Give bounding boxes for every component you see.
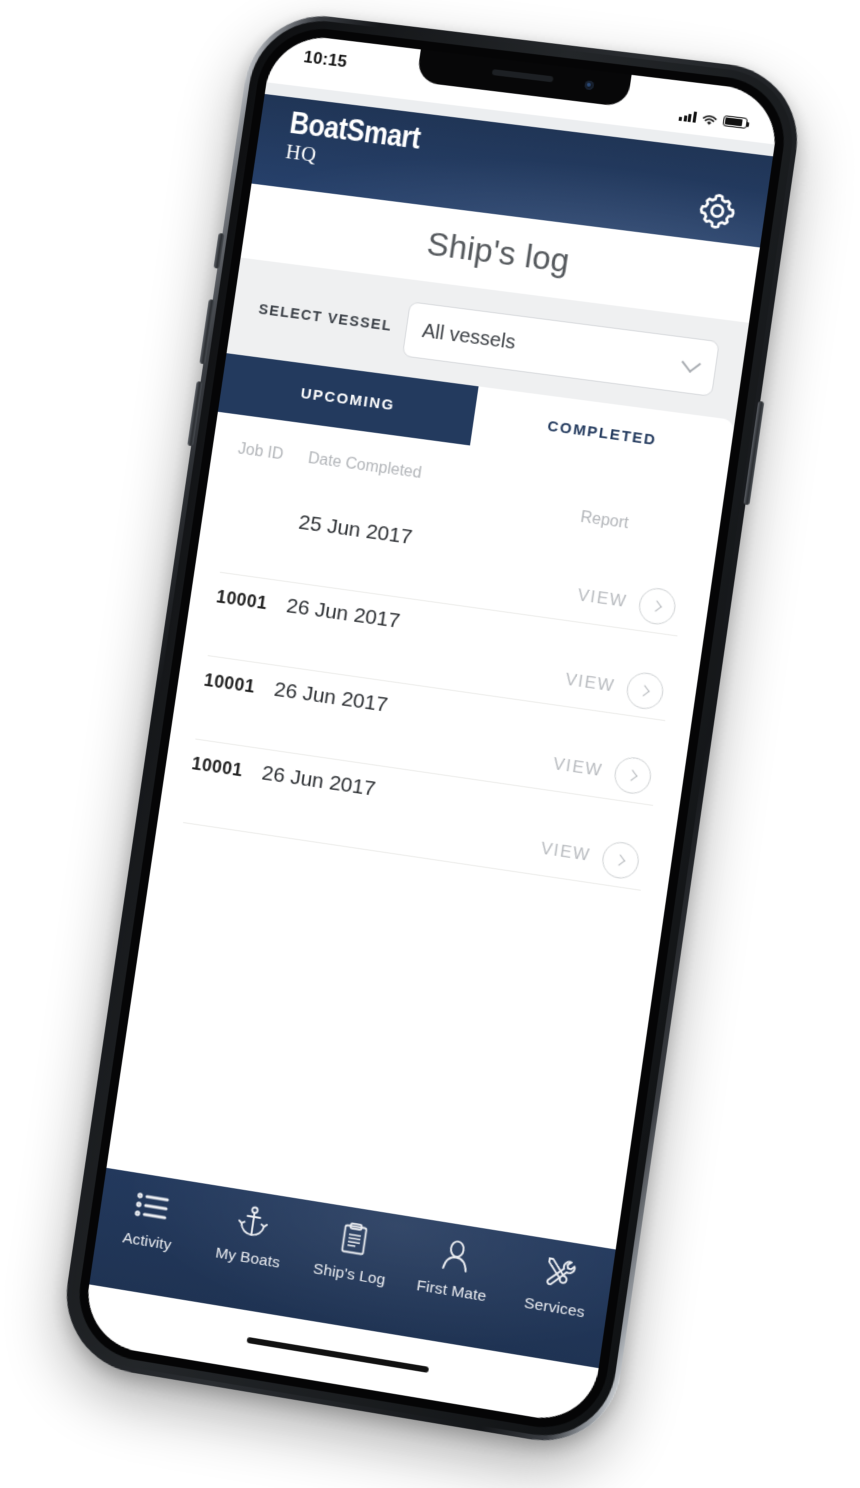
battery-icon bbox=[722, 115, 748, 129]
view-link[interactable]: VIEW bbox=[576, 585, 629, 612]
tab-completed-label: COMPLETED bbox=[546, 417, 657, 448]
gear-icon[interactable] bbox=[693, 188, 741, 235]
page-title: Ship's log bbox=[425, 225, 572, 280]
select-vessel-label: SELECT VESSEL bbox=[257, 302, 392, 335]
job-list: Job ID Date Completed Report 25 Jun 2017… bbox=[106, 412, 726, 1250]
nav-item-ships-log[interactable]: Ship's Log bbox=[297, 1212, 408, 1292]
column-header-date-completed: Date Completed bbox=[307, 450, 585, 505]
nav-item-first-mate[interactable]: First Mate bbox=[399, 1228, 511, 1309]
status-bar-icons bbox=[679, 110, 748, 129]
earpiece-speaker bbox=[492, 69, 554, 82]
nav-item-my-boats[interactable]: My Boats bbox=[196, 1196, 306, 1276]
list-icon bbox=[131, 1185, 174, 1229]
scene: 10:15 BoatSmart HQ Ship's log SELECT VES… bbox=[0, 0, 860, 1488]
nav-label-activity: Activity bbox=[121, 1229, 172, 1255]
nav-label-ships-log: Ship's Log bbox=[312, 1260, 387, 1290]
tools-icon bbox=[538, 1250, 582, 1294]
vessel-select-value: All vessels bbox=[421, 320, 517, 355]
chevron-right-circle-icon[interactable] bbox=[637, 586, 678, 627]
chevron-right-circle-icon[interactable] bbox=[600, 840, 641, 881]
chevron-down-icon bbox=[681, 353, 701, 373]
device-bezel: 10:15 BoatSmart HQ Ship's log SELECT VES… bbox=[71, 22, 793, 1437]
phone-device: 10:15 BoatSmart HQ Ship's log SELECT VES… bbox=[56, 8, 807, 1453]
phone-screen: 10:15 BoatSmart HQ Ship's log SELECT VES… bbox=[81, 32, 782, 1427]
tab-upcoming-label: UPCOMING bbox=[300, 385, 396, 414]
column-header-report: Report bbox=[579, 487, 696, 542]
nav-item-services[interactable]: Services bbox=[501, 1245, 614, 1326]
column-header-job-id: Job ID bbox=[237, 441, 310, 468]
nav-label-first-mate: First Mate bbox=[415, 1277, 487, 1306]
view-link[interactable]: VIEW bbox=[552, 754, 605, 781]
front-camera bbox=[584, 80, 594, 90]
wifi-icon bbox=[701, 113, 718, 126]
clipboard-icon bbox=[333, 1217, 376, 1261]
row-job-id: 10001 bbox=[190, 753, 263, 784]
row-job-id: 10001 bbox=[215, 586, 288, 616]
nav-label-my-boats: My Boats bbox=[214, 1244, 281, 1272]
chevron-right-circle-icon[interactable] bbox=[612, 755, 653, 796]
nav-item-activity[interactable]: Activity bbox=[95, 1180, 205, 1260]
row-job-id: 10001 bbox=[203, 670, 276, 701]
anchor-icon bbox=[231, 1201, 274, 1245]
status-bar-time: 10:15 bbox=[302, 47, 348, 72]
nav-label-services: Services bbox=[523, 1295, 586, 1323]
view-link[interactable]: VIEW bbox=[539, 839, 592, 866]
view-link[interactable]: VIEW bbox=[564, 670, 617, 697]
cellular-signal-icon bbox=[679, 110, 697, 123]
home-indicator[interactable] bbox=[247, 1337, 430, 1373]
row-job-id bbox=[228, 519, 298, 529]
chevron-right-circle-icon[interactable] bbox=[624, 670, 665, 711]
person-icon bbox=[435, 1234, 478, 1278]
